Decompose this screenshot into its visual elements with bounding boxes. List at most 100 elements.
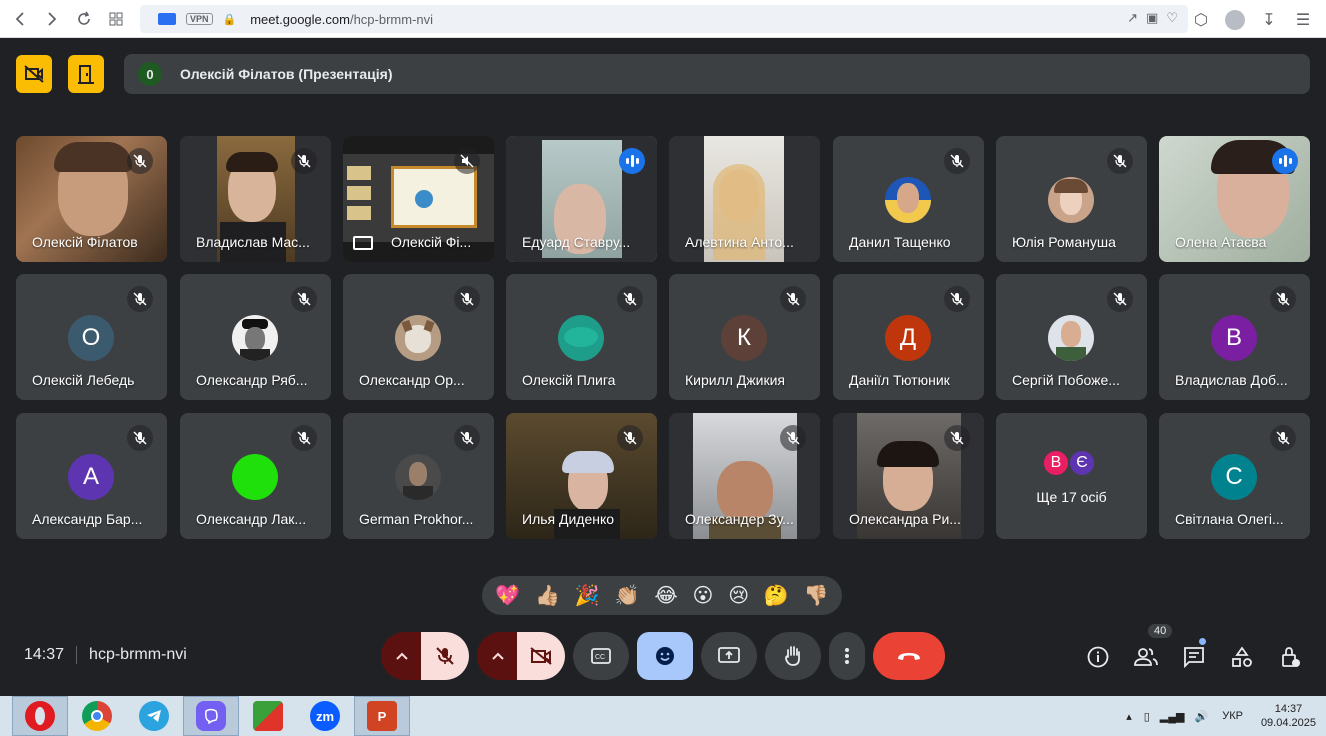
video-options-button[interactable] <box>477 632 519 680</box>
camera-off-icon[interactable] <box>16 55 52 93</box>
participant-tile[interactable]: Олександр Ор... <box>343 274 494 400</box>
reaction-thinking[interactable]: 🤔 <box>764 583 789 608</box>
reaction-laughing[interactable]: 😂 <box>654 583 677 608</box>
volume-icon[interactable]: 🔊 <box>1195 710 1209 723</box>
tabs-grid-icon[interactable] <box>100 3 132 35</box>
url-text[interactable]: meet.google.com/hcp-brmm-nvi <box>250 12 433 27</box>
keyboard-language[interactable]: УКР <box>1222 710 1243 722</box>
participant-name: Олександр Лак... <box>196 511 307 527</box>
participant-avatar <box>885 177 931 223</box>
cube-icon[interactable]: ⬡ <box>1186 4 1216 36</box>
green-red-app-icon <box>253 701 283 731</box>
mic-off-icon <box>1107 286 1133 312</box>
camera-active-icon <box>158 13 176 25</box>
leave-call-button[interactable] <box>873 632 945 680</box>
participant-tile[interactable]: Олена Атаєва <box>1159 136 1310 262</box>
participant-tile[interactable]: Алевтина Анто... <box>669 136 820 262</box>
address-bar[interactable]: VPN 🔒 meet.google.com/hcp-brmm-nvi ↗ ▣ ♡ <box>140 5 1188 33</box>
camera-toggle-button[interactable] <box>517 632 565 680</box>
taskbar-chrome[interactable] <box>69 696 125 736</box>
participant-tile[interactable]: Д Даніїл Тютюник <box>833 274 984 400</box>
participant-tile[interactable]: Илья Диденко <box>506 413 657 539</box>
people-icon[interactable] <box>1133 644 1159 670</box>
mic-off-icon <box>780 425 806 451</box>
taskbar-viber[interactable] <box>183 696 239 736</box>
taskbar-opera[interactable] <box>12 696 68 736</box>
reaction-clapping[interactable]: 👏🏼 <box>615 583 640 608</box>
battery-icon[interactable]: ▯ <box>1144 710 1150 723</box>
mic-toggle-button[interactable] <box>421 632 469 680</box>
os-taskbar: zm P ▴ ▯ ▂▄▆ 🔊 УКР 14:37 09.04.2025 <box>0 696 1326 736</box>
participant-avatar: В <box>1211 315 1257 361</box>
camera-off-icon <box>530 647 552 665</box>
taskbar-zoom[interactable]: zm <box>297 696 353 736</box>
participant-name: Олексій Філатов <box>32 234 138 250</box>
vpn-badge[interactable]: VPN <box>186 13 213 25</box>
reload-icon[interactable] <box>68 3 100 35</box>
more-options-button[interactable] <box>829 632 865 680</box>
heart-icon[interactable]: ♡ <box>1166 10 1178 26</box>
reaction-party-popper[interactable]: 🎉 <box>575 583 600 608</box>
host-controls-icon[interactable] <box>1277 644 1303 670</box>
participant-tile[interactable]: German Prokhor... <box>343 413 494 539</box>
presentation-bar[interactable]: 0 Олексій Філатов (Презентація) <box>124 54 1310 94</box>
participant-tile[interactable]: Данил Тащенко <box>833 136 984 262</box>
taskbar-app-green[interactable] <box>240 696 296 736</box>
participant-tile[interactable]: Олександр Ряб... <box>180 274 331 400</box>
raise-hand-button[interactable] <box>765 632 821 680</box>
reaction-thumbs-up[interactable]: 👍🏼 <box>535 583 560 608</box>
participant-tile[interactable]: С Світлана Олегі... <box>1159 413 1310 539</box>
browser-toolbar: VPN 🔒 meet.google.com/hcp-brmm-nvi ↗ ▣ ♡… <box>0 0 1326 38</box>
meeting-details-icon[interactable] <box>1085 644 1111 670</box>
reaction-surprised[interactable]: 😮 <box>693 583 714 608</box>
download-icon[interactable]: ↧ <box>1254 4 1284 36</box>
reaction-sparkling-heart[interactable]: 💖 <box>495 583 520 608</box>
menu-icon[interactable]: ☰ <box>1288 4 1318 36</box>
participant-tile[interactable]: А Александр Бар... <box>16 413 167 539</box>
taskbar-telegram[interactable] <box>126 696 182 736</box>
speaking-indicator-icon <box>1272 148 1298 174</box>
participant-tile[interactable]: К Кирилл Джикия <box>669 274 820 400</box>
mic-off-icon <box>454 286 480 312</box>
participant-tile[interactable]: О Олексій Лебедь <box>16 274 167 400</box>
captions-button[interactable]: CC <box>573 632 629 680</box>
participant-tile[interactable]: Олексій Фі... <box>343 136 494 262</box>
participant-tile-speaking[interactable]: Едуард Ставру... <box>506 136 657 262</box>
participant-tile[interactable]: Олександер Зу... <box>669 413 820 539</box>
participant-name: Владислав Доб... <box>1175 372 1288 388</box>
signal-icon[interactable]: ▂▄▆ <box>1160 710 1185 723</box>
present-screen-button[interactable] <box>701 632 757 680</box>
participant-tile[interactable]: Олексій Філатов <box>16 136 167 262</box>
chat-icon[interactable] <box>1181 644 1207 670</box>
back-icon[interactable] <box>4 3 36 35</box>
taskbar-powerpoint[interactable]: P <box>354 696 410 736</box>
forward-icon[interactable] <box>36 3 68 35</box>
participant-tile[interactable]: Сергій Побоже... <box>996 274 1147 400</box>
profile-icon[interactable] <box>1220 4 1250 36</box>
emoji-button[interactable] <box>637 632 693 680</box>
participant-tile[interactable]: Олександр Лак... <box>180 413 331 539</box>
participant-tile[interactable]: Юлія Романуша <box>996 136 1147 262</box>
door-icon[interactable] <box>68 55 104 93</box>
reaction-crying[interactable]: 😢 <box>728 583 749 608</box>
reaction-thumbs-down[interactable]: 👎🏼 <box>804 583 829 608</box>
share-icon[interactable]: ↗ <box>1127 10 1138 26</box>
reactions-bar: 💖 👍🏼 🎉 👏🏼 😂 😮 😢 🤔 👎🏼 <box>482 576 842 615</box>
participant-tile[interactable]: В Владислав Доб... <box>1159 274 1310 400</box>
mic-off-icon <box>617 286 643 312</box>
tray-expand-icon[interactable]: ▴ <box>1126 710 1132 723</box>
participant-avatar <box>232 454 278 500</box>
activities-icon[interactable] <box>1229 644 1255 670</box>
participants-count-badge: 40 <box>1148 624 1173 638</box>
participant-name: Олександр Ор... <box>359 372 465 388</box>
mic-off-icon <box>127 286 153 312</box>
more-participants-tile[interactable]: В Є Ще 17 осіб <box>996 413 1147 539</box>
participant-tile[interactable]: Олексій Плига <box>506 274 657 400</box>
participant-tile[interactable]: Владислав Мас... <box>180 136 331 262</box>
participant-avatar <box>1048 315 1094 361</box>
screenshot-icon[interactable]: ▣ <box>1146 10 1158 26</box>
participant-tile[interactable]: Олександра Ри... <box>833 413 984 539</box>
audio-options-button[interactable] <box>381 632 423 680</box>
lock-icon[interactable]: 🔒 <box>223 13 237 26</box>
tray-clock[interactable]: 14:37 09.04.2025 <box>1261 702 1316 730</box>
